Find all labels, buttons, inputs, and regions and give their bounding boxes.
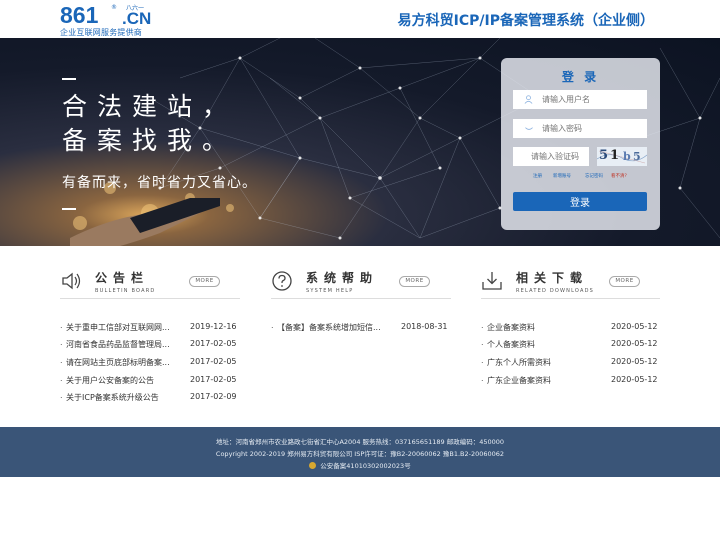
bullet-icon: .	[60, 356, 63, 365]
list-item-title[interactable]: 【备案】备案系统增加短信...	[277, 322, 389, 333]
list-item-title[interactable]: 关于ICP备案系统升级公告	[66, 392, 184, 403]
logo-cn: .CN	[122, 9, 152, 28]
bullet-icon: .	[481, 338, 484, 347]
list-item[interactable]: . 关于重申工信部对互联网网... 2019-12-16	[60, 320, 240, 334]
list-item-title[interactable]: 请在网站主页底部标明备案...	[66, 357, 184, 368]
list-item[interactable]: . 个人备案资料 2020-05-12	[481, 337, 661, 351]
list-item[interactable]: . 【备案】备案系统增加短信... 2018-08-31	[271, 320, 451, 334]
help-title: 系统帮助	[306, 271, 379, 285]
list-item[interactable]: . 广东企业备案资料 2020-05-12	[481, 373, 661, 387]
list-item-title[interactable]: 关于重申工信部对互联网网...	[66, 322, 184, 333]
downloads-divider	[481, 298, 660, 299]
list-item-title[interactable]: 河南省食品药品监督管理局...	[66, 339, 184, 350]
bullet-icon: .	[60, 338, 63, 347]
list-item[interactable]: . 请在网站主页底部标明备案... 2017-02-05	[60, 355, 240, 369]
slogan-divider-top	[62, 78, 76, 80]
bulletin-more-button[interactable]: MORE	[189, 276, 220, 287]
bulletin-divider	[60, 298, 240, 299]
captcha-input[interactable]	[513, 147, 589, 166]
police-badge-icon	[309, 462, 317, 469]
help-subtitle: SYSTEM HELP	[306, 288, 354, 294]
help-more-button[interactable]: MORE	[399, 276, 430, 287]
help-list: . 【备案】备案系统增加短信... 2018-08-31	[271, 320, 451, 336]
bulletin-subtitle: BULLETIN BOARD	[95, 288, 156, 294]
list-item-date: 2020-05-12	[611, 322, 658, 331]
bullet-icon: .	[271, 321, 274, 330]
bullet-icon: .	[481, 374, 484, 383]
bullet-icon: .	[481, 321, 484, 330]
bullet-icon: .	[60, 321, 63, 330]
captcha-char-1: 5	[599, 148, 609, 163]
downloads-list: . 企业备案资料 2020-05-12 . 个人备案资料 2020-05-12 …	[481, 320, 661, 386]
list-item[interactable]: . 关于用户公安备案的公告 2017-02-05	[60, 373, 240, 387]
forgot-password-link[interactable]: 忘记密码	[585, 173, 603, 179]
list-item-title[interactable]: 关于用户公安备案的公告	[66, 375, 184, 386]
captcha-char-2: 1	[610, 148, 620, 163]
slogan-line-2: 备案找我。	[62, 126, 238, 155]
list-item[interactable]: . 企业备案资料 2020-05-12	[481, 320, 661, 334]
list-item-date: 2020-05-12	[611, 357, 658, 366]
downloads-subtitle: RELATED DOWNLOADS	[516, 288, 594, 294]
captcha-char-3: b	[623, 150, 631, 163]
list-item[interactable]: . 广东个人所需资料 2020-05-12	[481, 355, 661, 369]
question-icon	[272, 271, 292, 291]
footer-police-record[interactable]: 公安备案41010302002023号	[0, 460, 720, 470]
help-header: 系统帮助 SYSTEM HELP MORE	[271, 264, 471, 300]
slogan-divider-bottom	[62, 208, 76, 210]
bulletin-header: 公告栏 BULLETIN BOARD MORE	[60, 264, 260, 300]
list-item-title[interactable]: 企业备案资料	[487, 322, 597, 333]
list-item-date: 2020-05-12	[611, 339, 658, 348]
list-item-title[interactable]: 个人备案资料	[487, 339, 597, 350]
logo[interactable]: 861 ® 八六一 .CN 企业互联网服务提供商	[60, 2, 160, 37]
captcha-char-4: 5	[633, 150, 641, 163]
list-item-date: 2018-08-31	[401, 322, 448, 331]
login-panel: 登 录 5 1 b 5 注册 新增账号 忘记密码 看不清? 登录	[501, 58, 660, 230]
bulletin-list: . 关于重申工信部对互联网网... 2019-12-16 . 河南省食品药品监督…	[60, 320, 240, 404]
login-title: 登 录	[561, 70, 600, 84]
list-item-title[interactable]: 广东个人所需资料	[487, 357, 597, 368]
register-link[interactable]: 注册	[533, 173, 542, 179]
list-item-date: 2017-02-09	[190, 392, 237, 401]
footer-address: 地址：河南省郑州市农业路政七街省汇中心A2004 服务热线：0371656511…	[215, 438, 505, 446]
slogan-subtitle: 有备而来，省时省力又省心。	[62, 175, 257, 191]
list-item[interactable]: . 河南省食品药品监督管理局... 2017-02-05	[60, 337, 240, 351]
login-links: 注册 新增账号 忘记密码 看不清?	[533, 173, 653, 181]
logo-registered-mark: ®	[111, 4, 117, 11]
user-icon	[524, 95, 534, 105]
help-divider	[271, 298, 451, 299]
header: 861 ® 八六一 .CN 企业互联网服务提供商 易方科贸ICP/IP备案管理系…	[0, 0, 720, 38]
list-item-date: 2020-05-12	[611, 375, 658, 384]
hand-with-phone-graphic	[70, 198, 220, 246]
footer-copyright: Copyright 2002-2019 郑州易方科贸有限公司 ISP许可证：豫B…	[215, 450, 505, 458]
new-account-link[interactable]: 新增账号	[553, 173, 571, 179]
hero-banner: 合法建站， 备案找我。 有备而来，省时省力又省心。 登 录 5 1 b 5 注册…	[0, 38, 720, 246]
downloads-header: 相关下载 RELATED DOWNLOADS MORE	[481, 264, 661, 300]
downloads-more-button[interactable]: MORE	[609, 276, 640, 287]
password-icon	[524, 124, 534, 134]
bullet-icon: .	[60, 374, 63, 383]
bullet-icon: .	[60, 391, 63, 400]
logo-tagline: 企业互联网服务提供商	[60, 28, 142, 37]
speaker-icon	[62, 272, 81, 290]
logo-number: 861	[60, 2, 99, 28]
list-item-date: 2017-02-05	[190, 339, 237, 348]
bullet-icon: .	[481, 356, 484, 365]
list-item-date: 2017-02-05	[190, 375, 237, 384]
list-item-title[interactable]: 广东企业备案资料	[487, 375, 597, 386]
site-title: 易方科贸ICP/IP备案管理系统（企业侧）	[397, 13, 654, 29]
list-item-date: 2017-02-05	[190, 357, 237, 366]
refresh-captcha-link[interactable]: 看不清?	[611, 173, 627, 179]
captcha-image[interactable]: 5 1 b 5	[597, 147, 647, 166]
slogan-line-1: 合法建站，	[62, 92, 238, 121]
list-item-date: 2019-12-16	[190, 322, 237, 331]
download-icon	[482, 272, 502, 290]
login-button[interactable]: 登录	[513, 192, 647, 211]
list-item[interactable]: . 关于ICP备案系统升级公告 2017-02-09	[60, 390, 240, 404]
downloads-title: 相关下载	[516, 271, 589, 285]
footer: 地址：河南省郑州市农业路政七街省汇中心A2004 服务热线：0371656511…	[0, 427, 720, 477]
bulletin-title: 公告栏	[95, 271, 150, 285]
police-record-text[interactable]: 公安备案41010302002023号	[320, 462, 410, 470]
